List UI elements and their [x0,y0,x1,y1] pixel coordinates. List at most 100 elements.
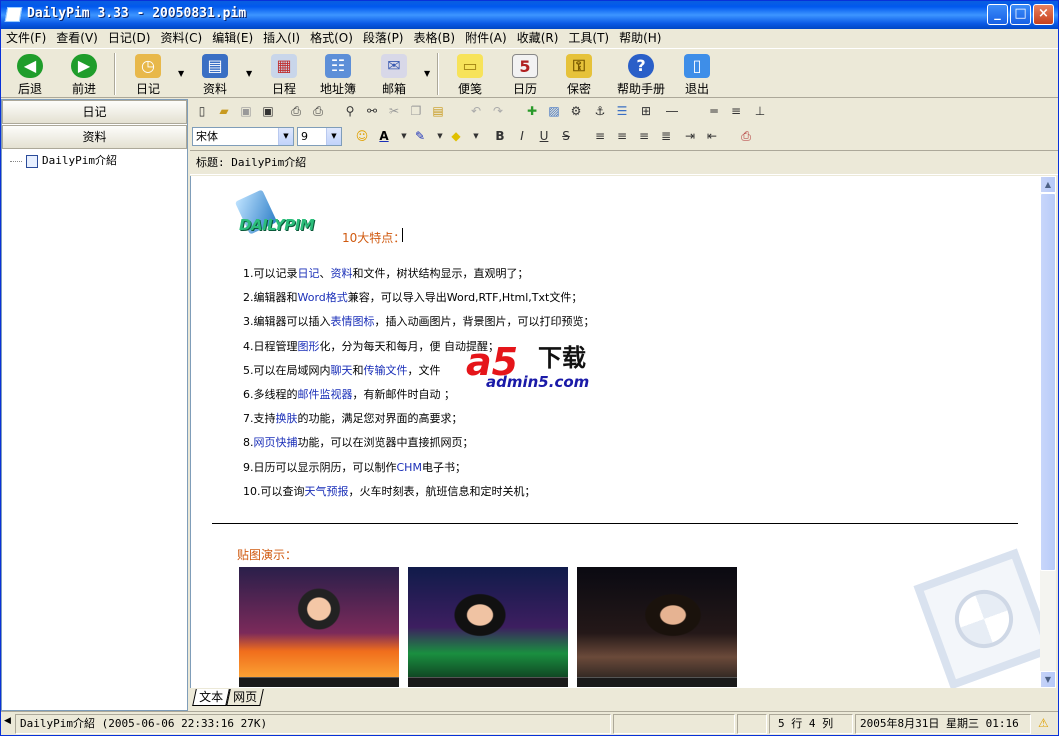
font-select[interactable]: 宋体 ▼ [192,127,294,146]
demo-photo-3[interactable] [577,567,737,687]
demo-photo-2[interactable] [408,567,568,687]
menu-table[interactable]: 表格(B) [409,29,461,48]
menu-file[interactable]: 文件(F) [1,29,51,48]
redo-icon[interactable]: ↷ [488,102,508,121]
editor-toolbar-2: 宋体 ▼ 9 ▼ ☺ A ▼ ✎ ▼ ◆ ▼ B I U S ≡ ≡ ≡ ≣ ⇥ ⇤… [190,124,1058,149]
schedule-button[interactable]: ▦ 日程 [258,51,310,97]
bold-button[interactable]: B [490,127,510,146]
diary-tab-button[interactable]: 日记 [2,100,187,124]
font-size-select[interactable]: 9 ▼ [297,127,342,146]
paste-icon[interactable]: ▤ [428,102,448,121]
insert-image-icon[interactable]: ▨ [544,102,564,121]
save-disabled-icon[interactable]: ▣ [236,102,256,121]
toolbar-separator [437,53,439,95]
print-icon[interactable]: ⎙ [736,127,756,146]
close-button[interactable]: × [1033,4,1054,25]
exit-button[interactable]: ▯ 退出 [671,51,723,97]
diary-button[interactable]: ◷ 日记 [122,51,174,97]
menu-diary[interactable]: 日记(D) [103,29,156,48]
find-icon[interactable]: ⚲ [340,102,360,121]
data-button[interactable]: ▤ 资料 [189,51,241,97]
list-item: 3.编辑器可以插入表情图标，插入动画图片，背景图片，可以打印预览； [243,315,595,329]
print-icon[interactable]: ⎙ [308,102,328,121]
undo-icon[interactable]: ↶ [466,102,486,121]
align-right-icon[interactable]: ≡ [634,127,654,146]
tab-text[interactable]: 文本 [192,689,230,706]
toolbar-separator [114,53,116,95]
align-center-icon[interactable]: ≡ [612,127,632,146]
replace-icon[interactable]: ⚯ [362,102,382,121]
left-navigation-pane: 日记 资料 DailyPim介紹 [1,99,188,711]
calendar-icon: 5 [512,54,538,78]
title-bar[interactable]: DailyPim 3.33 - 20050831.pim _ □ × [1,1,1058,29]
chevron-down-icon: ▼ [326,128,341,145]
left-arrow-icon[interactable]: ◀ [4,716,11,726]
table-icon[interactable]: ⊞ [636,102,656,121]
menu-format[interactable]: 格式(O) [305,29,358,48]
menu-edit[interactable]: 编辑(E) [207,29,258,48]
tree-item-dailypim-intro[interactable]: DailyPim介紹 [42,154,117,167]
cut-icon[interactable]: ✂ [384,102,404,121]
highlight-pen-icon[interactable]: ✎ [410,127,430,146]
vertical-scrollbar[interactable]: ▲ ▼ [1040,176,1056,688]
forward-button[interactable]: ▶ 前进 [58,51,110,97]
open-folder-icon[interactable]: ▰ [214,102,234,121]
list-icon[interactable]: ☰ [612,102,632,121]
new-doc-icon[interactable]: ▯ [192,102,212,121]
back-button[interactable]: ◀ 后退 [4,51,56,97]
line-spacing-icon[interactable]: ═ [704,102,724,121]
italic-button[interactable]: I [512,127,532,146]
data-tab-button[interactable]: 资料 [2,125,187,149]
maximize-button[interactable]: □ [1010,4,1031,25]
insert-plus-icon[interactable]: ✚ [522,102,542,121]
document-title-row: 标题: DailyPim介紹 [190,150,1058,175]
save-icon[interactable]: ▣ [258,102,278,121]
fill-bucket-icon[interactable]: ◆ [446,127,466,146]
underline-button[interactable]: U [534,127,554,146]
data-dropdown-arrow[interactable]: ▼ [246,69,252,78]
disc-icon [946,581,1022,657]
rich-text-editor[interactable]: DAILYPIM 10大特点： 1.可以记录日记、资料和文件，树状结构显示，直观… [190,176,1040,688]
strikethrough-button[interactable]: S [556,127,576,146]
anchor-icon[interactable]: ⚓ [590,102,610,121]
scroll-thumb[interactable] [1040,193,1056,571]
features-heading: 10大特点： [342,231,406,245]
alert-icon: ⚠ [1038,716,1049,730]
addressbook-button[interactable]: ☷ 地址簿 [312,51,364,97]
diary-dropdown-arrow[interactable]: ▼ [178,69,184,78]
horizontal-line-icon[interactable]: ― [662,102,682,121]
back-arrow-icon: ◀ [17,54,43,78]
chevron-down-icon[interactable]: ▼ [466,127,486,146]
insert-file-icon[interactable]: ⚙ [566,102,586,121]
minimize-button[interactable]: _ [987,4,1008,25]
menu-attachment[interactable]: 附件(A) [460,29,512,48]
mail-button[interactable]: ✉ 邮箱 [368,51,420,97]
notes-button[interactable]: ▭ 便笺 [444,51,496,97]
menu-tools[interactable]: 工具(T) [563,29,614,48]
scroll-down-icon[interactable]: ▼ [1040,671,1056,688]
menu-data[interactable]: 资料(C) [155,29,207,48]
menu-favorites[interactable]: 收藏(R) [512,29,564,48]
menu-paragraph[interactable]: 段落(P) [358,29,409,48]
menu-view[interactable]: 查看(V) [51,29,103,48]
tab-web[interactable]: 网页 [226,689,264,706]
mail-dropdown-arrow[interactable]: ▼ [424,69,430,78]
print-preview-icon[interactable]: ⎙ [286,102,306,121]
align-left-icon[interactable]: ≡ [590,127,610,146]
menu-insert[interactable]: 插入(I) [258,29,305,48]
emoticon-icon[interactable]: ☺ [352,127,372,146]
scroll-up-icon[interactable]: ▲ [1040,176,1056,193]
outdent-icon[interactable]: ⇤ [702,127,722,146]
font-color-icon[interactable]: A [374,127,394,146]
menu-help[interactable]: 帮助(H) [614,29,666,48]
secret-button[interactable]: ⚿ 保密 [553,51,605,97]
page-break-icon[interactable]: ⊥ [750,102,770,121]
calendar-button[interactable]: 5 日历 [499,51,551,97]
justify-icon[interactable]: ≣ [656,127,676,146]
help-manual-button[interactable]: ? 帮助手册 [615,51,667,97]
copy-icon[interactable]: ❐ [406,102,426,121]
tree-connector [10,160,22,162]
paragraph-spacing-icon[interactable]: ≡ [726,102,746,121]
demo-photo-1[interactable] [239,567,399,687]
indent-icon[interactable]: ⇥ [680,127,700,146]
